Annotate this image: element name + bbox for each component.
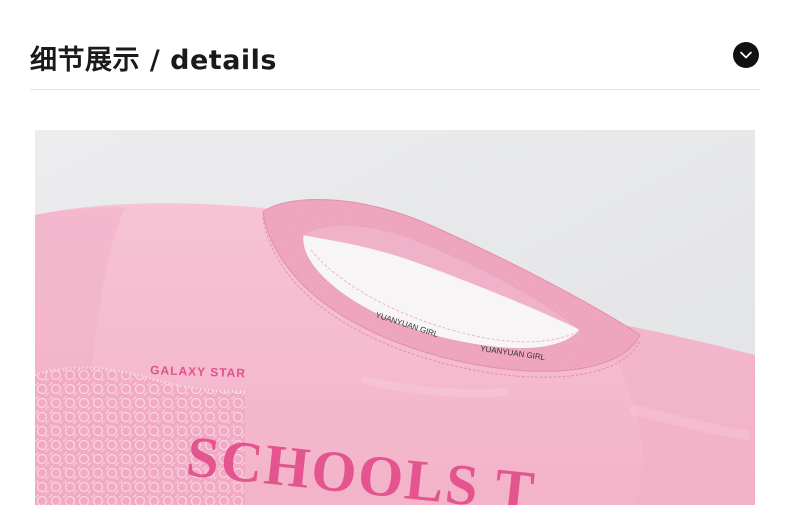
sweatshirt-illustration: YUANYUAN GIRL YUANYUAN GIRL GALAXY STAR … [35,130,755,505]
section-title: 细节展示 / details [30,45,278,76]
header-divider [30,89,760,90]
collapse-toggle-button[interactable] [733,42,759,68]
chevron-down-icon [740,51,752,59]
product-detail-photo: YUANYUAN GIRL YUANYUAN GIRL GALAXY STAR … [35,130,755,505]
section-header: 细节展示 / details [30,30,760,80]
